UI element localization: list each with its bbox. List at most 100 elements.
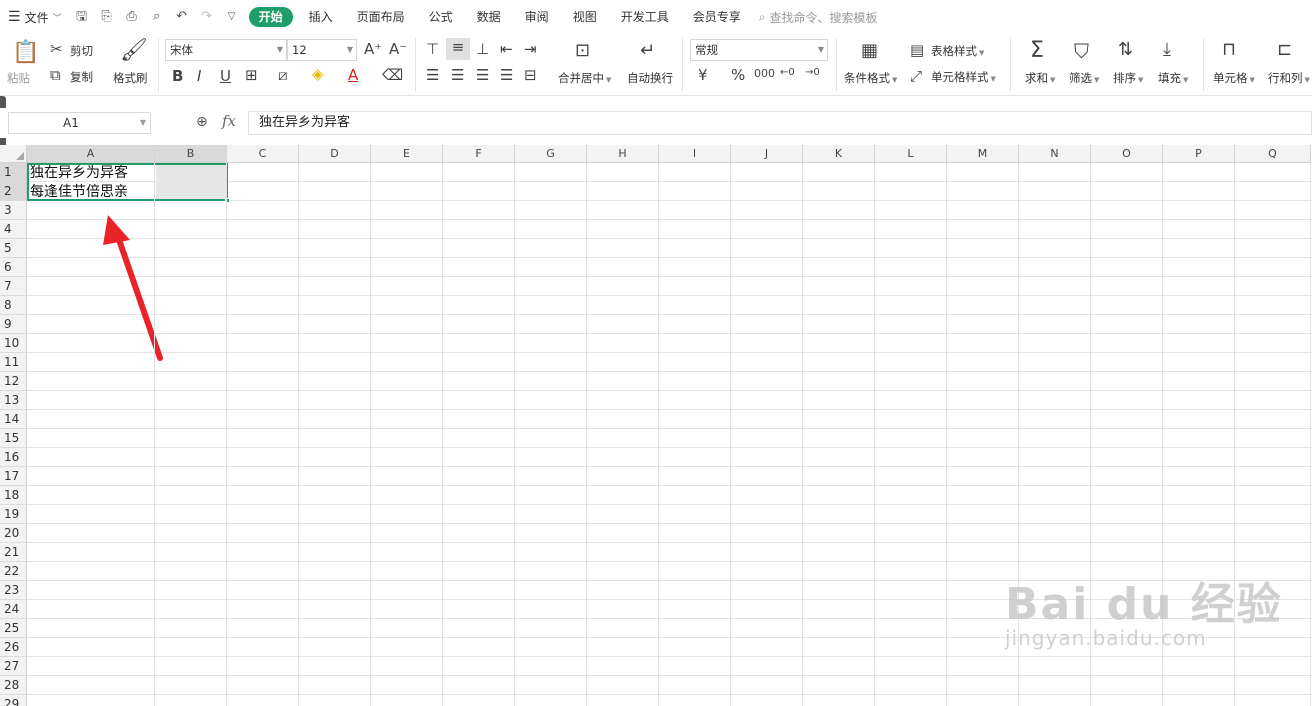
- sort-icon[interactable]: ⇅: [1118, 39, 1133, 60]
- fill-button[interactable]: 填充 ▼: [1158, 70, 1188, 86]
- column-header-C[interactable]: C: [227, 145, 299, 163]
- copy-button[interactable]: 复制: [70, 69, 93, 85]
- formula-input[interactable]: 独在异乡为异客: [248, 111, 1312, 135]
- conditional-format-icon[interactable]: ▦: [861, 40, 878, 61]
- tab-formulas[interactable]: 公式: [417, 7, 465, 27]
- column-header-B[interactable]: B: [155, 145, 227, 163]
- fill-down-icon[interactable]: ⤓: [1163, 39, 1171, 60]
- command-search[interactable]: ⌕ 查找命令、搜索模板: [759, 9, 878, 26]
- sum-icon[interactable]: Σ: [1030, 38, 1044, 63]
- currency-icon[interactable]: ¥: [698, 66, 708, 84]
- cell-style-button[interactable]: 单元格样式 ▼: [931, 69, 996, 85]
- font-color-icon[interactable]: A: [348, 66, 358, 84]
- table-style-button[interactable]: 表格样式 ▼: [931, 43, 984, 59]
- tab-developer[interactable]: 开发工具: [609, 7, 681, 27]
- row-header-21[interactable]: 21: [0, 543, 27, 562]
- indent-increase-icon[interactable]: ⇥: [524, 40, 537, 58]
- conditional-format-button[interactable]: 条件格式 ▼: [844, 70, 897, 86]
- fill-pattern-icon[interactable]: ⧄: [278, 66, 288, 84]
- decrease-font-icon[interactable]: A⁻: [389, 40, 407, 58]
- tab-review[interactable]: 审阅: [513, 7, 561, 27]
- sum-button[interactable]: 求和 ▼: [1025, 70, 1055, 86]
- row-header-28[interactable]: 28: [0, 676, 27, 695]
- bold-icon[interactable]: B: [172, 67, 183, 85]
- tab-view[interactable]: 视图: [561, 7, 609, 27]
- column-header-O[interactable]: O: [1091, 145, 1163, 163]
- row-header-18[interactable]: 18: [0, 486, 27, 505]
- export-icon[interactable]: ⎘: [99, 9, 115, 25]
- name-box[interactable]: A1 ▼: [8, 112, 151, 134]
- italic-icon[interactable]: I: [197, 67, 201, 85]
- paste-button[interactable]: 粘贴: [7, 70, 30, 86]
- column-header-K[interactable]: K: [803, 145, 875, 163]
- column-header-A[interactable]: A: [27, 145, 155, 163]
- align-left-icon[interactable]: ☰: [426, 66, 439, 84]
- row-header-22[interactable]: 22: [0, 562, 27, 581]
- row-header-29[interactable]: 29: [0, 695, 27, 706]
- row-header-20[interactable]: 20: [0, 524, 27, 543]
- eraser-icon[interactable]: ⌫: [382, 66, 403, 84]
- row-header-16[interactable]: 16: [0, 448, 27, 467]
- border-icon[interactable]: ⊞: [245, 66, 258, 84]
- align-middle-icon[interactable]: ≡: [446, 38, 470, 60]
- column-header-L[interactable]: L: [875, 145, 947, 163]
- print-icon[interactable]: ⎙: [124, 9, 140, 25]
- column-header-E[interactable]: E: [371, 145, 443, 163]
- scissors-icon[interactable]: ✂: [50, 40, 63, 58]
- align-top-icon[interactable]: ⊤: [426, 40, 439, 58]
- tab-member[interactable]: 会员专享: [681, 7, 753, 27]
- cell-style-icon[interactable]: ⤢: [910, 67, 922, 85]
- row-header-25[interactable]: 25: [0, 619, 27, 638]
- column-header-N[interactable]: N: [1019, 145, 1091, 163]
- cut-button[interactable]: 剪切: [70, 43, 93, 59]
- increase-font-icon[interactable]: A⁺: [364, 40, 382, 58]
- row-header-26[interactable]: 26: [0, 638, 27, 657]
- decrease-decimal-icon[interactable]: →0: [805, 67, 820, 78]
- tab-insert[interactable]: 插入: [297, 7, 345, 27]
- function-icon[interactable]: fx: [222, 112, 236, 130]
- row-header-15[interactable]: 15: [0, 429, 27, 448]
- sort-button[interactable]: 排序 ▼: [1113, 70, 1143, 86]
- tab-page-layout[interactable]: 页面布局: [345, 7, 417, 27]
- align-right-icon[interactable]: ☰: [476, 66, 489, 84]
- align-center-icon[interactable]: ☰: [451, 66, 464, 84]
- column-header-H[interactable]: H: [587, 145, 659, 163]
- undo-icon[interactable]: ↶: [174, 9, 190, 25]
- percent-icon[interactable]: %: [731, 66, 745, 84]
- column-header-D[interactable]: D: [299, 145, 371, 163]
- column-header-P[interactable]: P: [1163, 145, 1235, 163]
- file-menu[interactable]: ☰ 文件 ﹀: [8, 9, 62, 26]
- number-format-select[interactable]: 常规 ▼: [690, 39, 828, 61]
- column-header-Q[interactable]: Q: [1235, 145, 1311, 163]
- format-painter-button[interactable]: 格式刷: [113, 70, 148, 86]
- row-header-23[interactable]: 23: [0, 581, 27, 600]
- cell-button[interactable]: 单元格 ▼: [1213, 70, 1255, 86]
- row-header-27[interactable]: 27: [0, 657, 27, 676]
- thousands-separator-icon[interactable]: 000: [754, 67, 775, 80]
- wrap-text-button[interactable]: 自动换行: [627, 70, 673, 86]
- underline-icon[interactable]: U: [220, 67, 231, 85]
- font-size-select[interactable]: 12 ▼: [287, 39, 357, 61]
- merge-center-icon[interactable]: ⊡: [575, 40, 590, 61]
- row-column-button[interactable]: 行和列 ▼: [1268, 70, 1310, 86]
- indent-decrease-icon[interactable]: ⇤: [500, 40, 513, 58]
- row-header-19[interactable]: 19: [0, 505, 27, 524]
- align-bottom-icon[interactable]: ⊥: [476, 40, 489, 58]
- row-header-14[interactable]: 14: [0, 410, 27, 429]
- tab-home[interactable]: 开始: [248, 7, 293, 27]
- column-header-F[interactable]: F: [443, 145, 515, 163]
- row-header-24[interactable]: 24: [0, 600, 27, 619]
- table-style-icon[interactable]: ▤: [910, 41, 924, 59]
- increase-decimal-icon[interactable]: ←0: [780, 67, 795, 78]
- font-name-select[interactable]: 宋体 ▼: [165, 39, 287, 61]
- justify-icon[interactable]: ☰: [500, 66, 513, 84]
- print-preview-icon[interactable]: ⌕: [149, 9, 165, 25]
- cell-icon[interactable]: ⊓: [1222, 39, 1236, 60]
- paste-icon[interactable]: 📋: [12, 40, 39, 65]
- column-header-I[interactable]: I: [659, 145, 731, 163]
- column-header-G[interactable]: G: [515, 145, 587, 163]
- format-painter-icon[interactable]: 🖌: [120, 38, 148, 63]
- zoom-icon[interactable]: ⊕: [196, 114, 208, 130]
- wrap-text-icon[interactable]: ↵: [640, 40, 655, 61]
- redo-icon[interactable]: ↷: [199, 9, 215, 25]
